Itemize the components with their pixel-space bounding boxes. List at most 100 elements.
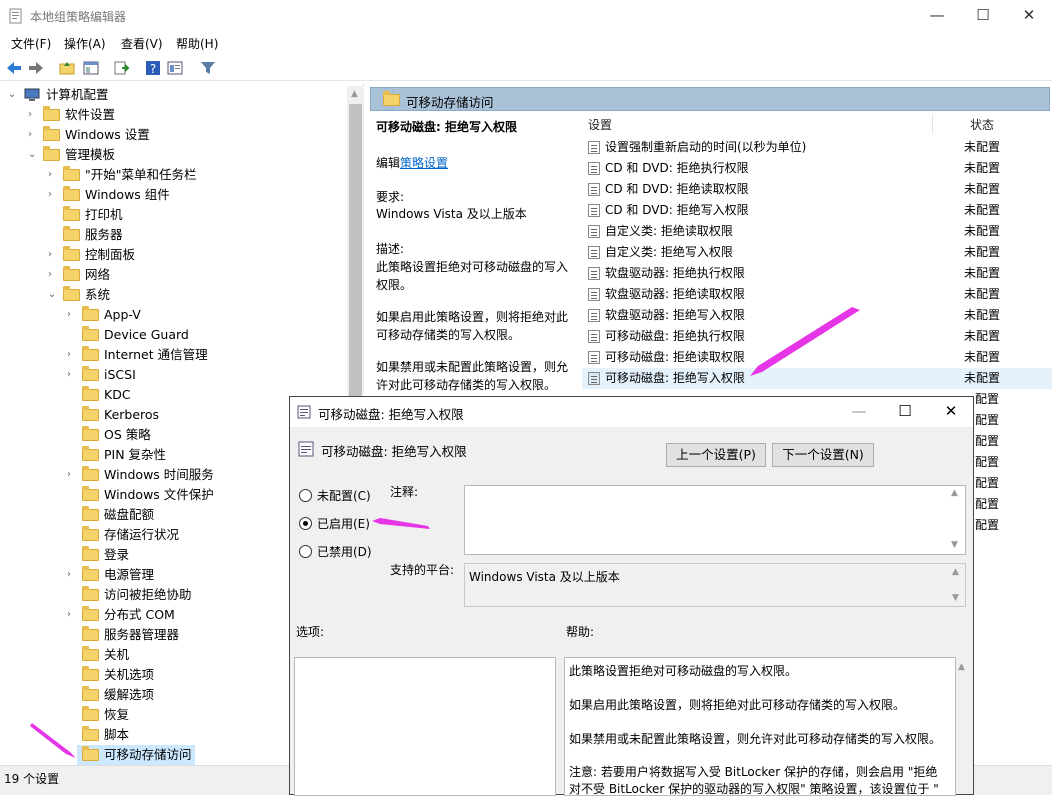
comment-scroll-up-icon[interactable]: ▲: [951, 488, 958, 498]
back-icon[interactable]: [5, 59, 23, 77]
platform-scroll-up-icon[interactable]: ▲: [952, 567, 959, 577]
menu-file[interactable]: 文件(F): [11, 35, 51, 52]
radio-not-configured[interactable]: [299, 489, 312, 502]
show-hide-tree-icon[interactable]: [82, 59, 100, 77]
radio-not-configured-label[interactable]: 未配置(C): [317, 487, 371, 504]
setting-name: 设置强制重新启动的时间(以秒为单位): [605, 140, 807, 154]
tree-item-label: 服务器管理器: [104, 627, 180, 642]
tree-item-label: Windows 设置: [65, 127, 150, 142]
chevron-right-icon[interactable]: ›: [48, 185, 58, 205]
menu-bar: 文件(F) 操作(A) 查看(V) 帮助(H): [0, 32, 1052, 54]
tree-item-label: Windows 文件保护: [104, 487, 214, 502]
scroll-up-icon[interactable]: ▲: [351, 89, 358, 99]
radio-disabled-label[interactable]: 已禁用(D): [317, 543, 372, 560]
tree-item[interactable]: › 控制面板: [0, 245, 345, 265]
tree-item[interactable]: › iSCSI: [0, 365, 345, 385]
menu-action[interactable]: 操作(A): [64, 35, 106, 52]
menu-view[interactable]: 查看(V): [121, 35, 163, 52]
setting-row[interactable]: 设置强制重新启动的时间(以秒为单位) 未配置: [582, 137, 1052, 158]
tree-item[interactable]: ⌄ 管理模板: [0, 145, 345, 165]
menu-help[interactable]: 帮助(H): [176, 35, 218, 52]
setting-row[interactable]: CD 和 DVD: 拒绝执行权限 未配置: [582, 158, 1052, 179]
dialog-close-button[interactable]: ✕: [928, 397, 974, 427]
setting-row[interactable]: 自定义类: 拒绝读取权限 未配置: [582, 221, 1052, 242]
dialog-maximize-button[interactable]: ☐: [882, 397, 928, 427]
options-label: 选项:: [296, 625, 325, 639]
minimize-button[interactable]: —: [914, 0, 960, 32]
forward-icon[interactable]: [27, 59, 45, 77]
previous-setting-button[interactable]: 上一个设置(P): [666, 443, 766, 467]
help-area: 此策略设置拒绝对可移动磁盘的写入权限。 如果启用此策略设置，则将拒绝对此可移动存…: [564, 657, 956, 796]
folder-icon: [63, 246, 80, 261]
comment-scroll-down-icon[interactable]: ▼: [951, 540, 958, 550]
tree-item[interactable]: › 网络: [0, 265, 345, 285]
chevron-right-icon[interactable]: ›: [48, 165, 58, 185]
dialog-minimize-button[interactable]: —: [836, 397, 882, 427]
tree-item[interactable]: › Internet 通信管理: [0, 345, 345, 365]
tree-item[interactable]: › "开始"菜单和任务栏: [0, 165, 345, 185]
policy-setting-icon: [588, 309, 600, 322]
chevron-right-icon[interactable]: ›: [67, 305, 77, 325]
tree-item[interactable]: 可移动存储访问: [77, 745, 195, 765]
chevron-down-icon[interactable]: ⌄: [8, 85, 18, 105]
tree-item[interactable]: › 软件设置: [0, 105, 345, 125]
setting-row[interactable]: 自定义类: 拒绝写入权限 未配置: [582, 242, 1052, 263]
chevron-right-icon[interactable]: ›: [28, 125, 38, 145]
chevron-right-icon[interactable]: ›: [67, 605, 77, 625]
folder-icon: [63, 206, 80, 221]
tree-item[interactable]: › Windows 设置: [0, 125, 345, 145]
policy-setting-icon: [588, 204, 600, 217]
maximize-button[interactable]: ☐: [960, 0, 1006, 32]
filter-icon[interactable]: [199, 59, 217, 77]
tree-root[interactable]: ⌄ 计算机配置: [0, 85, 345, 105]
radio-enabled-label[interactable]: 已启用(E): [317, 515, 370, 532]
folder-icon: [63, 166, 80, 181]
chevron-down-icon[interactable]: ⌄: [48, 285, 58, 305]
right-pane-title: 可移动存储访问: [406, 95, 494, 110]
tree-item-label: Windows 时间服务: [104, 467, 214, 482]
tree-item[interactable]: ⌄ 系统: [0, 285, 345, 305]
tree-item[interactable]: Device Guard: [0, 325, 345, 345]
setting-row[interactable]: CD 和 DVD: 拒绝写入权限 未配置: [582, 200, 1052, 221]
window-title: 本地组策略编辑器: [30, 10, 127, 24]
setting-row[interactable]: 可移动磁盘: 拒绝写入权限 未配置: [582, 368, 1052, 389]
setting-row[interactable]: 可移动磁盘: 拒绝执行权限 未配置: [582, 326, 1052, 347]
chevron-down-icon[interactable]: ⌄: [28, 145, 38, 165]
tree-item[interactable]: 服务器: [0, 225, 345, 245]
setting-state: 未配置: [964, 266, 1001, 280]
tree-item[interactable]: 打印机: [0, 205, 345, 225]
chevron-right-icon[interactable]: ›: [28, 105, 38, 125]
setting-row[interactable]: 软盘驱动器: 拒绝执行权限 未配置: [582, 263, 1052, 284]
setting-row[interactable]: CD 和 DVD: 拒绝读取权限 未配置: [582, 179, 1052, 200]
setting-state: 未配置: [964, 140, 1001, 154]
comment-textarea[interactable]: [464, 485, 966, 555]
next-setting-button[interactable]: 下一个设置(N): [772, 443, 874, 467]
tree-item[interactable]: › Windows 组件: [0, 185, 345, 205]
radio-enabled[interactable]: [299, 517, 312, 530]
close-button[interactable]: ✕: [1006, 0, 1052, 32]
desc-edit-prefix: 编辑: [376, 156, 401, 170]
tree-item[interactable]: › App-V: [0, 305, 345, 325]
setting-row[interactable]: 可移动磁盘: 拒绝读取权限 未配置: [582, 347, 1052, 368]
column-header-state[interactable]: 状态: [970, 116, 994, 133]
chevron-right-icon[interactable]: ›: [67, 365, 77, 385]
chevron-right-icon[interactable]: ›: [67, 565, 77, 585]
column-header-setting[interactable]: 设置: [588, 116, 612, 133]
radio-disabled[interactable]: [299, 545, 312, 558]
edit-policy-link[interactable]: 策略设置: [400, 156, 448, 170]
chevron-right-icon[interactable]: ›: [67, 465, 77, 485]
help-icon[interactable]: ?: [144, 59, 162, 77]
chevron-right-icon[interactable]: ›: [67, 345, 77, 365]
comment-label: 注释:: [390, 485, 419, 499]
chevron-right-icon[interactable]: ›: [48, 265, 58, 285]
chevron-right-icon[interactable]: ›: [48, 245, 58, 265]
up-folder-icon[interactable]: [58, 59, 76, 77]
tree-item-label: 控制面板: [85, 247, 136, 262]
extended-view-icon[interactable]: [166, 59, 184, 77]
help-label: 帮助:: [566, 625, 595, 639]
setting-row[interactable]: 软盘驱动器: 拒绝写入权限 未配置: [582, 305, 1052, 326]
setting-row[interactable]: 软盘驱动器: 拒绝读取权限 未配置: [582, 284, 1052, 305]
export-list-icon[interactable]: [112, 59, 130, 77]
platform-scroll-down-icon[interactable]: ▼: [952, 593, 959, 603]
help-scroll-up-icon[interactable]: ▲: [958, 662, 965, 672]
